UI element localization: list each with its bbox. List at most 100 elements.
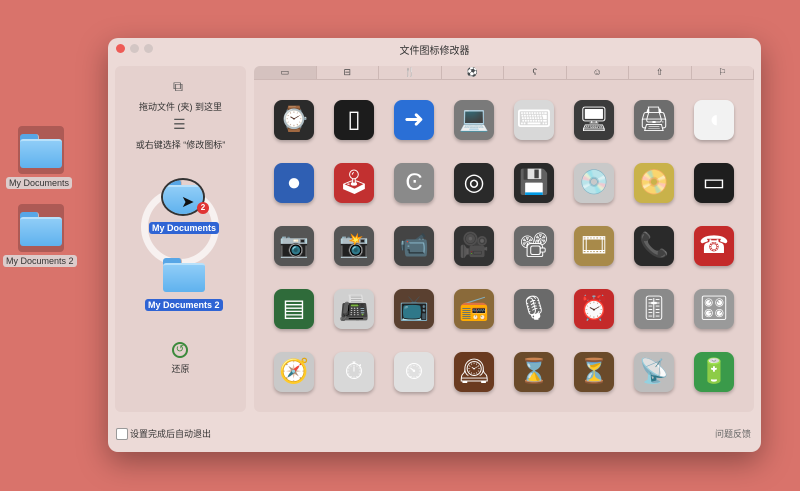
icon-cell[interactable]: 📹 [384,214,444,277]
icon-cell[interactable]: 💿 [564,151,624,214]
icon-grid: ⌚ ▯ ➜ 💻 ⌨ 🖥 🖨 ◖ ● 🕹 Ͼ ◎ 💾 💿 📀 ▭ 📷 📸 📹 🎥 📽 🎞 📞 ☎ ▤ 📠 📺 📻 🎙 ⏰ 🎚 🎛 🧭 ⏱ ⏲ 🕰 ⌛ ⏳ 📡 🔋 [264,88,744,403]
icon-cell[interactable]: 🎛 [684,277,744,340]
tab-fork-knife-icon[interactable]: 🍴 [379,66,442,79]
timer-icon: ⏲ [394,351,434,392]
tab-teddy-bear-icon[interactable]: ʕ [504,66,567,79]
drop-folder-icon [163,258,205,292]
display-icon: ▭ [280,67,289,77]
icon-cell[interactable]: ▤ [264,277,324,340]
drop-folder-label: My Documents 2 [145,299,223,311]
icon-cell[interactable]: 🎥 [444,214,504,277]
icon-cell[interactable]: ⏰ [564,277,624,340]
tab-smiley-icon[interactable]: ☺ [567,66,629,79]
trackball-icon: ● [274,162,314,203]
icon-cell[interactable]: 🖨 [624,88,684,151]
feedback-link[interactable]: 问题反馈 [715,427,751,440]
satellite-dish-icon: 📡 [634,351,674,392]
icon-cell[interactable]: ⏱ [324,340,384,403]
telephone-icon: ☎ [694,225,734,266]
camera-icon: 📷 [274,225,314,266]
fader-icon: 🎚 [634,288,674,329]
icon-cell[interactable]: ⌨ [504,88,564,151]
alarm-clock-icon: ⏰ [574,288,614,329]
dvd-icon: 📀 [634,162,674,203]
clamp-icon: Ͼ [394,162,434,203]
title-bar: 文件图标修改器 [108,38,761,58]
mouse-icon: ◖ [694,99,734,140]
flag-icon: ⚐ [718,67,727,77]
app-window: 文件图标修改器 ⧉ 拖动文件 (夹) 到这里 ☰ 或右键选择 “修改图标” ➤ … [108,38,761,452]
tab-soccer-ball-icon[interactable]: ⚽ [442,66,504,79]
iphone-transfer-icon: ➜ [394,99,434,140]
icon-cell[interactable]: 🎚 [624,277,684,340]
camcorder-icon: 📹 [394,225,434,266]
restore-label[interactable]: 还原 [115,362,246,375]
icon-cell[interactable]: 🕹 [324,151,384,214]
drop-zone-panel[interactable]: ⧉ 拖动文件 (夹) 到这里 ☰ 或右键选择 “修改图标” ➤ 2 My Doc… [115,66,246,412]
apple-watch-icon: ⌚ [274,99,314,140]
icon-cell[interactable]: ⌛ [504,340,564,403]
icon-cell[interactable]: 🔋 [684,340,744,403]
icon-cell[interactable]: ⌚ [264,88,324,151]
auto-quit-checkbox[interactable] [116,428,128,440]
drag-file-icon: ⧉ [173,78,183,94]
projector-icon: 📽 [514,225,554,266]
drag-hint-text: 拖动文件 (夹) 到这里 [139,102,222,112]
mantel-clock-icon: 🕰 [454,351,494,392]
camera-flash-icon: 📸 [334,225,374,266]
icon-cell[interactable]: ▯ [324,88,384,151]
icon-cell[interactable]: 🧭 [264,340,324,403]
tab-flag-icon[interactable]: ⚐ [692,66,754,79]
icon-cell[interactable]: ➜ [384,88,444,151]
icon-cell[interactable]: 🎞 [564,214,624,277]
icon-cell[interactable]: 📽 [504,214,564,277]
icon-cell[interactable]: 💾 [504,151,564,214]
desktop-folder-my-documents-2[interactable]: My Documents 2 [0,204,80,274]
fax-machine-icon: 📠 [334,288,374,329]
icon-cell[interactable]: 💻 [444,88,504,151]
icon-cell[interactable]: 📀 [624,151,684,214]
icon-cell[interactable]: 📺 [384,277,444,340]
auto-quit-label[interactable]: 设置完成后自动退出 [130,427,211,440]
drag-count-badge: 2 [197,202,209,214]
icon-cell[interactable]: 📻 [444,277,504,340]
icon-cell[interactable]: 🎙 [504,277,564,340]
icon-cell[interactable]: ▭ [684,151,744,214]
icon-cell[interactable]: ◖ [684,88,744,151]
desktop-folder-my-documents[interactable]: My Documents [0,126,80,196]
icon-library-panel: ▭ ⊟ 🍴 ⚽ ʕ ☺ ⇧ ⚐ ⌚ ▯ ➜ 💻 ⌨ 🖥 🖨 ◖ ● 🕹 Ͼ ◎ 💾 💿 📀 ▭ 📷 📸 📹 🎥 📽 🎞 📞 ☎ ▤ 📠 📺 📻 🎙 ⏰ 🎚… [254,66,754,412]
window-title: 文件图标修改器 [399,46,470,57]
icon-cell[interactable]: ⏳ [564,340,624,403]
tab-arrow-up-icon[interactable]: ⇧ [629,66,692,79]
category-tabs: ▭ ⊟ 🍴 ⚽ ʕ ☺ ⇧ ⚐ [254,66,754,80]
folder-icon [20,212,62,246]
television-icon: 📺 [394,288,434,329]
phone-receiver-icon: 📞 [634,225,674,266]
hourglass-flowing-icon: ⏳ [574,351,614,392]
icon-cell[interactable]: ● [264,151,324,214]
icon-cell[interactable]: 📞 [624,214,684,277]
restore-icon[interactable]: ↺ [172,342,188,358]
icon-cell[interactable]: 📠 [324,277,384,340]
icon-cell[interactable]: ☎ [684,214,744,277]
icon-cell[interactable]: ⏲ [384,340,444,403]
vhs-tape-icon: ▭ [694,162,734,203]
stopwatch-icon: ⏱ [334,351,374,392]
folder-icon [20,134,62,168]
radio-icon: 📻 [454,288,494,329]
icon-cell[interactable]: ◎ [444,151,504,214]
tab-car-icon[interactable]: ⊟ [317,66,379,79]
keyboard-icon: ⌨ [514,99,554,140]
icon-cell[interactable]: Ͼ [384,151,444,214]
icon-cell[interactable]: 📷 [264,214,324,277]
icon-cell[interactable]: 🕰 [444,340,504,403]
tab-display-icon[interactable]: ▭ [254,66,317,79]
desktop-folder-label: My Documents 2 [3,255,77,267]
icon-cell[interactable]: 📸 [324,214,384,277]
microphone-icon: 🎙 [514,288,554,329]
compass-icon: 🧭 [274,351,314,392]
pager-icon: ▤ [274,288,314,329]
icon-cell[interactable]: 📡 [624,340,684,403]
joystick-icon: 🕹 [334,162,374,203]
icon-cell[interactable]: 🖥 [564,88,624,151]
